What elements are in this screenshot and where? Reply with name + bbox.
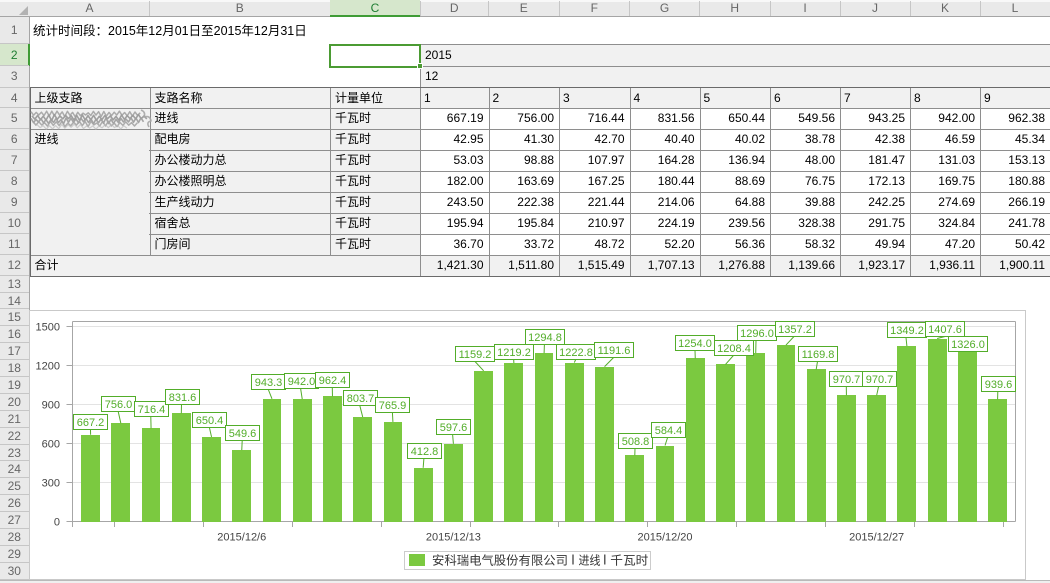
svg-text:0: 0 xyxy=(54,517,60,529)
svg-text:942.0: 942.0 xyxy=(288,376,316,388)
svg-text:1222.8: 1222.8 xyxy=(559,347,593,359)
svg-text:1159.2: 1159.2 xyxy=(459,349,492,361)
svg-text:千瓦时: 千瓦时 xyxy=(610,553,648,567)
svg-text:943.3: 943.3 xyxy=(255,377,283,389)
svg-text:900: 900 xyxy=(42,400,60,412)
svg-text:549.6: 549.6 xyxy=(229,428,257,440)
svg-text:2015/12/6: 2015/12/6 xyxy=(217,532,266,544)
svg-text:1357.2: 1357.2 xyxy=(778,324,812,336)
svg-text:667.2: 667.2 xyxy=(77,417,105,429)
svg-text:939.6: 939.6 xyxy=(985,379,1013,391)
svg-text:1208.4: 1208.4 xyxy=(717,343,751,355)
svg-text:600: 600 xyxy=(42,439,60,451)
svg-text:1219.2: 1219.2 xyxy=(497,347,531,359)
svg-text:1169.8: 1169.8 xyxy=(802,349,835,361)
svg-text:1200: 1200 xyxy=(36,361,60,373)
svg-text:1500: 1500 xyxy=(36,322,60,334)
svg-text:2015/12/13: 2015/12/13 xyxy=(426,532,481,544)
svg-text:831.6: 831.6 xyxy=(169,392,197,404)
svg-text:508.8: 508.8 xyxy=(622,436,650,448)
svg-text:962.4: 962.4 xyxy=(319,375,347,387)
svg-text:1407.6: 1407.6 xyxy=(928,324,962,336)
svg-text:584.4: 584.4 xyxy=(655,425,683,437)
svg-text:1191.6: 1191.6 xyxy=(598,345,631,357)
svg-text:安科瑞电气股份有限公司: 安科瑞电气股份有限公司 xyxy=(432,552,568,567)
svg-text:2015/12/20: 2015/12/20 xyxy=(637,532,692,544)
svg-text:970.7: 970.7 xyxy=(833,374,861,386)
svg-text:756.0: 756.0 xyxy=(105,399,133,411)
svg-text:1296.0: 1296.0 xyxy=(740,328,774,340)
svg-text:1254.0: 1254.0 xyxy=(678,338,712,350)
svg-text:970.7: 970.7 xyxy=(866,374,894,386)
svg-text:412.8: 412.8 xyxy=(411,446,439,458)
svg-text:1294.8: 1294.8 xyxy=(528,332,562,344)
svg-text:1349.2: 1349.2 xyxy=(890,325,924,337)
svg-text:597.6: 597.6 xyxy=(440,422,468,434)
svg-text:2015/12/27: 2015/12/27 xyxy=(849,532,904,544)
svg-text:650.4: 650.4 xyxy=(196,415,224,427)
svg-text:716.4: 716.4 xyxy=(138,404,166,416)
svg-text:1326.0: 1326.0 xyxy=(951,339,985,351)
svg-text:300: 300 xyxy=(42,478,60,490)
svg-text:765.9: 765.9 xyxy=(379,400,407,412)
svg-text:803.7: 803.7 xyxy=(347,393,375,405)
svg-text:进线: 进线 xyxy=(579,553,601,567)
